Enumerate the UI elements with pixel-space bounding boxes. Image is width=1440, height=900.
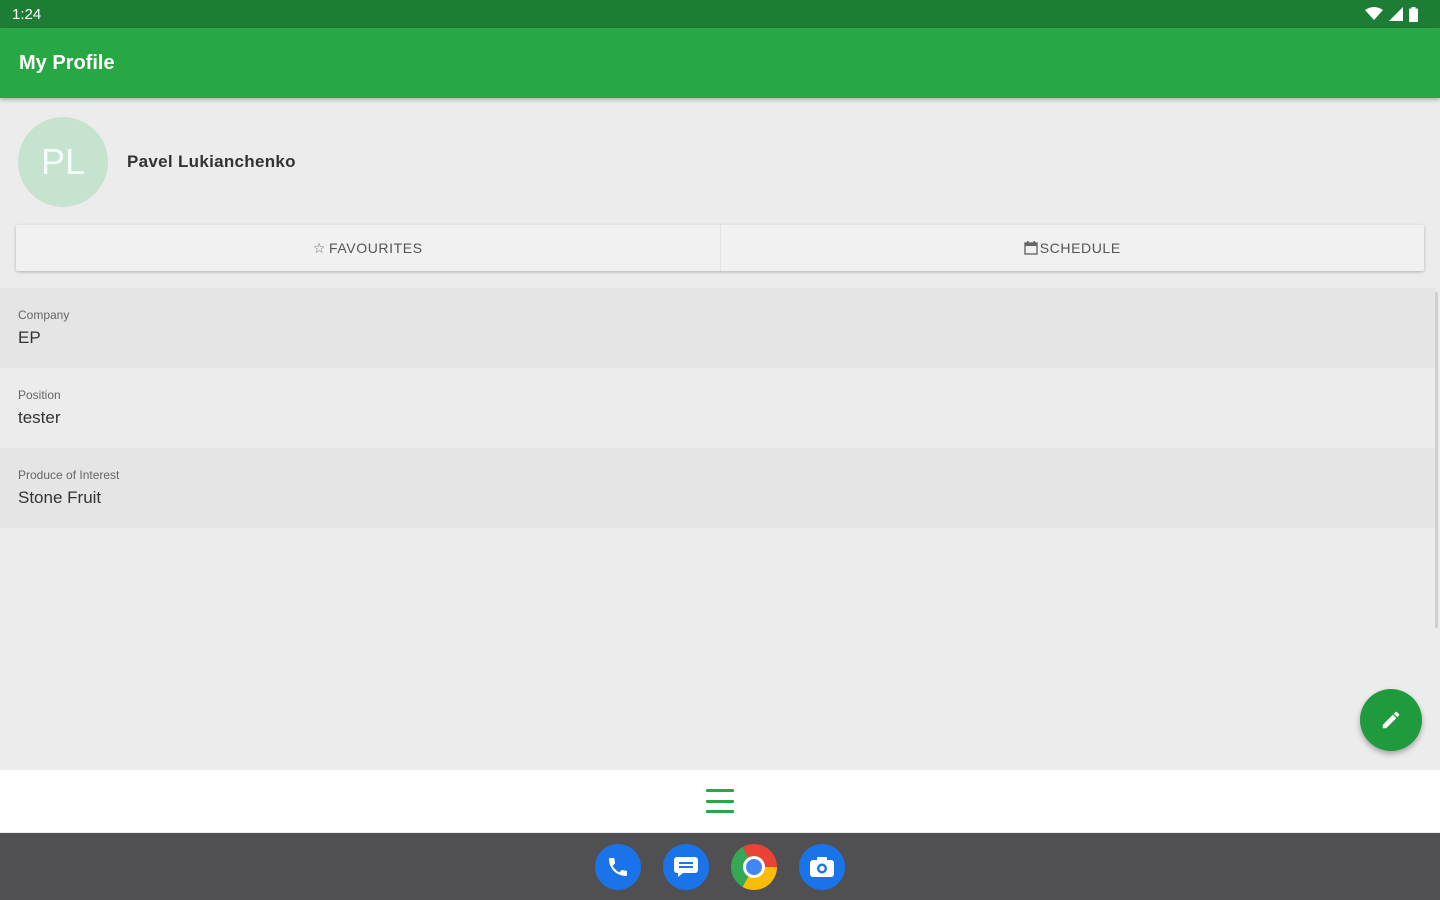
wifi-icon <box>1365 7 1383 20</box>
profile-name: Pavel Lukianchenko <box>127 152 296 171</box>
avatar: PL <box>18 117 108 207</box>
menu-line <box>706 810 734 813</box>
chrome-center <box>743 855 765 878</box>
screen: 1:24 My Profile PL Pavel Lukianchenko ☆ … <box>0 0 1440 900</box>
phone-glyph <box>609 857 627 876</box>
tab-schedule-label: SCHEDULE <box>1039 240 1121 256</box>
menu-line <box>706 789 734 792</box>
field-position: Position tester <box>0 368 1436 448</box>
profile-header: PL Pavel Lukianchenko <box>0 100 1440 224</box>
battery-icon <box>1409 6 1418 22</box>
bottom-nav <box>0 770 1440 832</box>
status-bar: 1:24 <box>0 0 1440 28</box>
field-label: Position <box>18 388 61 402</box>
field-company: Company EP <box>0 288 1436 368</box>
phone-icon[interactable] <box>595 843 641 890</box>
field-value: tester <box>18 408 61 427</box>
tab-favourites-label: FAVOURITES <box>329 240 423 256</box>
camera-glyph <box>810 856 834 877</box>
tab-bar: ☆ FAVOURITES SCHEDULE <box>16 225 1424 271</box>
calendar-icon <box>1024 241 1038 255</box>
page-title: My Profile <box>19 51 115 74</box>
message-glyph <box>674 856 698 877</box>
field-label: Company <box>18 308 70 322</box>
hamburger-menu-icon[interactable] <box>705 786 735 816</box>
signal-icon <box>1389 7 1403 21</box>
field-value: Stone Fruit <box>18 488 102 507</box>
profile-fields: Company EP Position tester Produce of In… <box>0 288 1436 528</box>
tab-favourites[interactable]: ☆ FAVOURITES <box>16 225 720 271</box>
pencil-icon <box>1382 711 1400 729</box>
messages-icon[interactable] <box>663 843 709 890</box>
chrome-icon[interactable] <box>731 843 777 890</box>
status-icons <box>1365 6 1418 22</box>
app-dock <box>0 833 1440 900</box>
scrollbar[interactable] <box>1435 292 1438 628</box>
menu-line <box>706 799 734 803</box>
star-outline-icon: ☆ <box>312 239 326 256</box>
edit-profile-button[interactable] <box>1360 689 1422 751</box>
field-produce-of-interest: Produce of Interest Stone Fruit <box>0 448 1436 528</box>
tab-schedule[interactable]: SCHEDULE <box>719 225 1425 271</box>
app-bar: My Profile <box>0 28 1440 98</box>
field-label: Produce of Interest <box>18 468 120 482</box>
camera-icon[interactable] <box>799 843 845 890</box>
status-time: 1:24 <box>12 5 42 23</box>
chrome-core <box>746 858 762 875</box>
field-value: EP <box>18 328 41 347</box>
